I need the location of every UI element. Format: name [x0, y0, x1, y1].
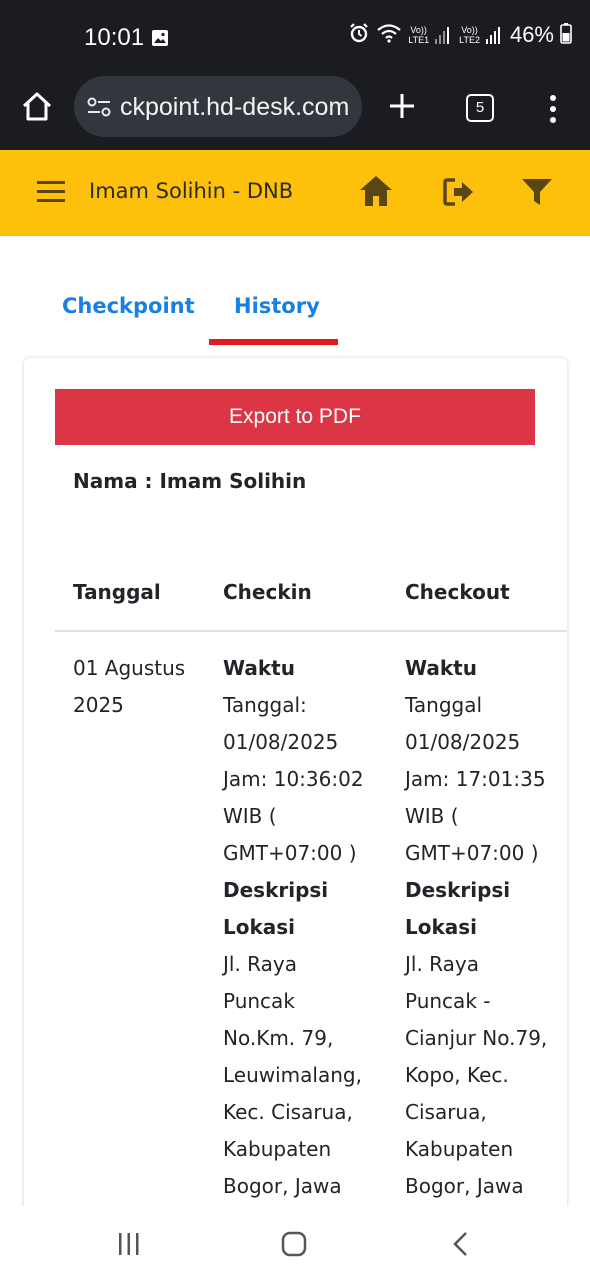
checkin-waktu-label: Waktu — [223, 656, 295, 680]
home-icon[interactable] — [358, 174, 394, 212]
export-pdf-button[interactable]: Export to PDF — [55, 389, 535, 445]
status-bar: 10:01 Vo)) LTE1 Vo)) LTE2 46% — [0, 0, 590, 76]
column-header-checkin: Checkin — [223, 580, 312, 604]
checkin-waktu-line: 01/08/2025 — [223, 730, 339, 754]
url-bar[interactable]: ckpoint.hd-desk.com — [74, 76, 362, 137]
checkin-desc-label: Lokasi — [223, 915, 296, 939]
checkout-address-line: Cisarua, — [405, 1100, 487, 1124]
checkout-desc-label: Deskripsi — [405, 878, 511, 902]
checkout-address-line: Bogor, Jawa — [405, 1174, 524, 1198]
checkin-waktu-line: GMT+07:00 ) — [223, 841, 357, 865]
checkin-address-line: Leuwimalang, — [223, 1063, 362, 1087]
wifi-icon — [376, 23, 402, 47]
system-nav-bar — [0, 1206, 590, 1280]
cell-checkin: Waktu Tanggal: 01/08/2025 Jam: 10:36:02 … — [223, 650, 388, 1205]
employee-name: Nama : Imam Solihin — [73, 469, 307, 493]
cell-checkout: Waktu Tanggal 01/08/2025 Jam: 17:01:35 W… — [405, 650, 567, 1205]
checkin-waktu-line: WIB ( — [223, 804, 277, 828]
new-tab-icon[interactable] — [386, 90, 418, 126]
checkout-address-line: Jl. Raya — [405, 952, 479, 976]
checkout-waktu-line: WIB ( — [405, 804, 459, 828]
tab-switcher-button[interactable]: 5 — [466, 94, 494, 122]
logout-icon[interactable] — [442, 177, 476, 211]
checkout-address-line: Puncak - — [405, 989, 491, 1013]
checkin-address-line: Kabupaten — [223, 1137, 332, 1161]
checkin-address-line: Puncak — [223, 989, 295, 1013]
battery-icon — [560, 22, 572, 48]
back-icon[interactable] — [451, 1231, 469, 1261]
filter-icon[interactable] — [521, 177, 553, 211]
status-time: 10:01 — [84, 24, 145, 51]
checkout-waktu-line: GMT+07:00 ) — [405, 841, 539, 865]
column-header-tanggal: Tanggal — [73, 580, 161, 604]
checkout-address-line: Kabupaten — [405, 1137, 514, 1161]
recent-apps-icon[interactable] — [117, 1232, 141, 1260]
sim1-sub: LTE1 — [408, 35, 430, 45]
tab-history[interactable]: History — [234, 294, 320, 318]
signal-icon — [485, 26, 500, 44]
checkin-desc-label: Deskripsi — [223, 878, 329, 902]
home-button-icon[interactable] — [281, 1231, 307, 1261]
app-header: Imam Solihin - DNB — [0, 150, 590, 236]
column-header-checkout: Checkout — [405, 580, 510, 604]
checkout-waktu-line: Tanggal — [405, 693, 483, 717]
checkin-waktu-line: Tanggal: — [223, 693, 307, 717]
app-title: Imam Solihin - DNB — [89, 179, 294, 203]
checkin-address-line: Kec. Cisarua, — [223, 1100, 353, 1124]
site-settings-icon[interactable] — [86, 96, 112, 122]
cell-tanggal: 01 Agustus 2025 — [73, 650, 203, 724]
checkout-address-line: Cianjur No.79, — [405, 1026, 548, 1050]
checkin-address-line: No.Km. 79, — [223, 1026, 334, 1050]
more-icon[interactable] — [547, 94, 559, 128]
date-line: 01 Agustus — [73, 656, 186, 680]
tab-checkpoint[interactable]: Checkpoint — [62, 294, 195, 318]
browser-toolbar: ckpoint.hd-desk.com 5 — [0, 76, 590, 150]
sim1-label: Vo)) — [410, 25, 427, 35]
checkout-waktu-line: Jam: 17:01:35 — [405, 767, 546, 791]
sim2-label: Vo)) — [461, 25, 478, 35]
alarm-icon — [348, 22, 370, 48]
checkin-waktu-line: Jam: 10:36:02 — [223, 767, 364, 791]
checkout-waktu-label: Waktu — [405, 656, 477, 680]
sim2-indicator: Vo)) LTE2 — [459, 25, 480, 45]
checkout-waktu-line: 01/08/2025 — [405, 730, 521, 754]
url-text[interactable]: ckpoint.hd-desk.com — [120, 93, 349, 122]
active-tab-indicator — [209, 339, 338, 345]
history-card: Export to PDF Nama : Imam Solihin Tangga… — [24, 358, 567, 1258]
image-icon — [151, 29, 169, 51]
sim2-sub: LTE2 — [459, 35, 480, 45]
status-icons: Vo)) LTE1 Vo)) LTE2 46% — [348, 22, 572, 48]
menu-icon[interactable] — [37, 179, 65, 207]
checkout-desc-label: Lokasi — [405, 915, 478, 939]
table-divider — [55, 630, 567, 632]
checkin-address-line: Jl. Raya — [223, 952, 297, 976]
battery-percent: 46% — [509, 22, 554, 47]
date-line: 2025 — [73, 693, 124, 717]
checkin-address-line: Bogor, Jawa — [223, 1174, 342, 1198]
checkout-address-line: Kopo, Kec. — [405, 1063, 509, 1087]
browser-home-icon[interactable] — [20, 90, 54, 128]
sim1-indicator: Vo)) LTE1 — [408, 25, 429, 45]
signal-icon — [435, 26, 450, 44]
